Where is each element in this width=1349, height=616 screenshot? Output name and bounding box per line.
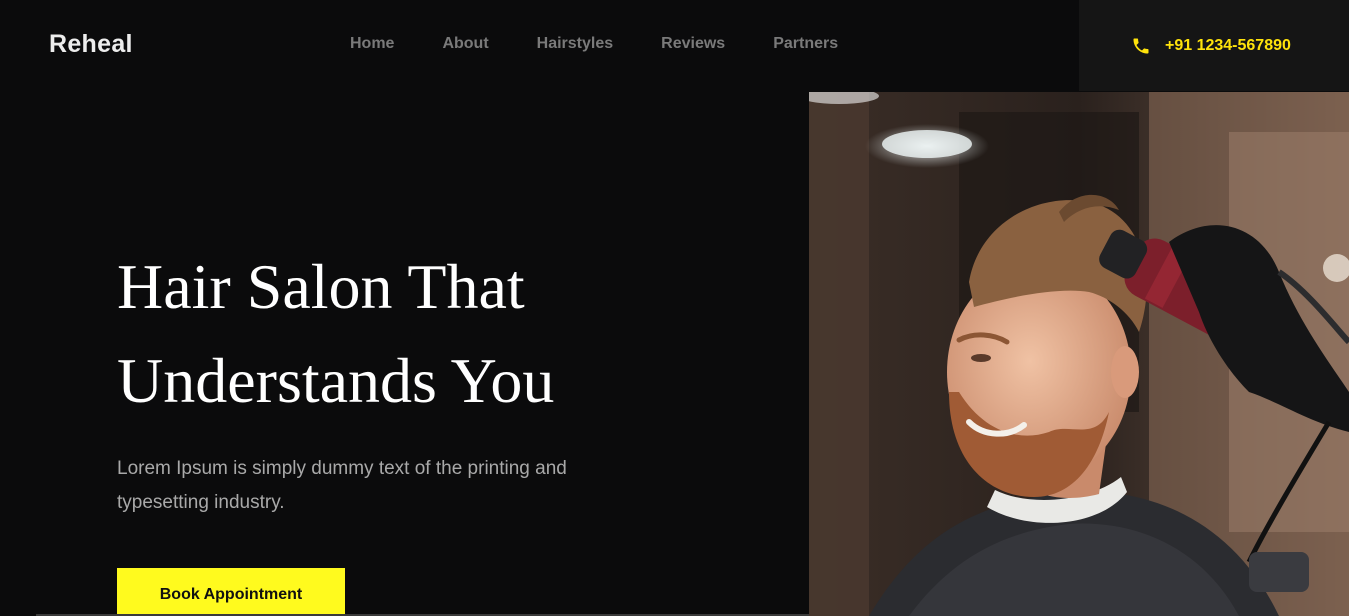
hero-title-line-2: Understands You bbox=[117, 345, 555, 416]
nav-item-about[interactable]: About bbox=[442, 34, 488, 54]
barber-photo-illustration bbox=[809, 92, 1349, 616]
contact-phone-box: +91 1234-567890 bbox=[1079, 0, 1349, 91]
phone-number-link[interactable]: +91 1234-567890 bbox=[1165, 37, 1291, 55]
phone-icon bbox=[1131, 36, 1151, 56]
hero-description: Lorem Ipsum is simply dummy text of the … bbox=[117, 458, 567, 513]
nav-item-home[interactable]: Home bbox=[350, 34, 394, 54]
hero-title-line-1: Hair Salon That bbox=[117, 251, 525, 322]
hero-photo bbox=[809, 92, 1349, 616]
hero-title: Hair Salon That Understands You bbox=[117, 240, 737, 428]
nav-item-partners[interactable]: Partners bbox=[773, 34, 838, 54]
landing-page: Reheal Home About Hairstyles Reviews Par… bbox=[0, 0, 1349, 616]
main-nav: Home About Hairstyles Reviews Partners bbox=[350, 34, 838, 54]
nav-item-hairstyles[interactable]: Hairstyles bbox=[537, 34, 614, 54]
brand-logo[interactable]: Reheal bbox=[49, 30, 133, 59]
book-appointment-button[interactable]: Book Appointment bbox=[117, 568, 345, 616]
nav-item-reviews[interactable]: Reviews bbox=[661, 34, 725, 54]
